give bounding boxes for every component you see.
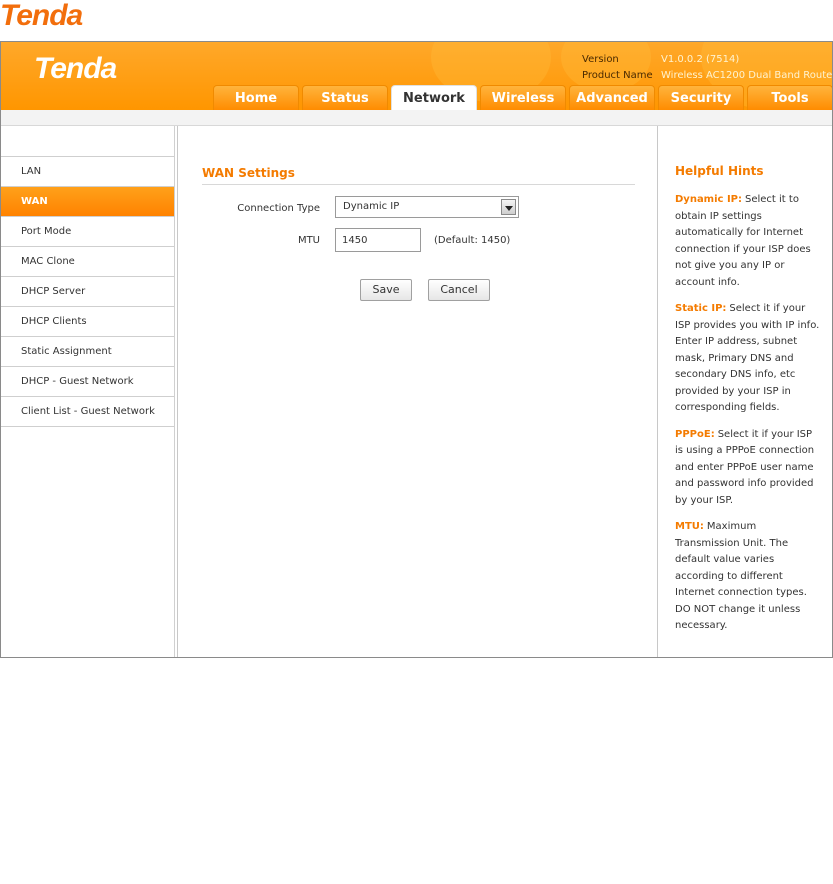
sidebar-item-lan[interactable]: LAN [1, 157, 174, 187]
header-bar: Tenda Version V1.0.0.2 (7514) Product Na… [1, 42, 832, 110]
page-title: WAN Settings [202, 166, 295, 180]
router-admin-window: Tenda Version V1.0.0.2 (7514) Product Na… [0, 41, 833, 658]
chevron-down-icon[interactable] [501, 199, 516, 215]
connection-type-label: Connection Type [237, 203, 320, 214]
header-logo: Tenda [34, 52, 117, 85]
save-button[interactable]: Save [360, 279, 412, 301]
hint-static-ip: Static IP: Select it if your ISP provides… [675, 301, 822, 417]
hint-text: Select it to obtain IP settings automati… [675, 194, 811, 288]
version-value: V1.0.0.2 (7514) [661, 54, 740, 65]
hint-text: Maximum Transmission Unit. The default v… [675, 521, 807, 631]
hint-term: MTU: [675, 521, 704, 532]
mtu-label: MTU [297, 235, 320, 246]
hint-mtu: MTU: Maximum Transmission Unit. The defau… [675, 519, 822, 635]
page-logo-text: Tenda [0, 0, 83, 32]
main-nav-tabs: Home Status Network Wireless Advanced Se… [213, 85, 832, 110]
sidebar-item-port-mode[interactable]: Port Mode [1, 217, 174, 247]
sidebar-item-mac-clone[interactable]: MAC Clone [1, 247, 174, 277]
hint-dynamic-ip: Dynamic IP: Select it to obtain IP settin… [675, 192, 822, 291]
wan-settings-panel: WAN Settings Connection Type Dynamic IP … [177, 126, 657, 657]
header-divider-strip [1, 110, 832, 126]
product-name-value: Wireless AC1200 Dual Band Router [661, 70, 832, 81]
tab-network[interactable]: Network [391, 85, 477, 110]
tab-advanced[interactable]: Advanced [569, 85, 655, 110]
page-logo: Tenda [0, 0, 120, 32]
sidebar: LAN WAN Port Mode MAC Clone DHCP Server … [1, 126, 175, 657]
tab-security[interactable]: Security [658, 85, 744, 110]
mtu-default-note: (Default: 1450) [434, 235, 511, 246]
connection-type-value: Dynamic IP [343, 201, 400, 212]
sidebar-item-dhcp-guest-network[interactable]: DHCP - Guest Network [1, 367, 174, 397]
sidebar-item-static-assignment[interactable]: Static Assignment [1, 337, 174, 367]
mtu-input[interactable] [335, 228, 421, 252]
hint-term: Dynamic IP: [675, 194, 742, 205]
sidebar-item-dhcp-server[interactable]: DHCP Server [1, 277, 174, 307]
tab-tools[interactable]: Tools [747, 85, 832, 110]
hint-term: Static IP: [675, 303, 727, 314]
hint-text: Select it if your ISP provides you with … [675, 303, 820, 413]
tab-status[interactable]: Status [302, 85, 388, 110]
hints-title: Helpful Hints [675, 164, 764, 178]
hint-text: Select it if your ISP is using a PPPoE c… [675, 428, 815, 506]
version-label: Version [582, 54, 619, 65]
tab-wireless[interactable]: Wireless [480, 85, 566, 110]
helpful-hints-panel: Helpful Hints Dynamic IP: Select it to ob… [657, 126, 832, 657]
title-divider [202, 184, 635, 185]
cancel-button[interactable]: Cancel [428, 279, 490, 301]
hint-term: PPPoE: [675, 428, 715, 440]
product-name-label: Product Name [582, 70, 653, 81]
connection-type-select[interactable]: Dynamic IP [335, 196, 519, 218]
hint-pppoe: PPPoE: Select it if your ISP is using a P… [675, 427, 822, 510]
sidebar-item-client-list-guest-network[interactable]: Client List - Guest Network [1, 397, 174, 427]
tab-home[interactable]: Home [213, 85, 299, 110]
sidebar-item-dhcp-clients[interactable]: DHCP Clients [1, 307, 174, 337]
sidebar-item-wan[interactable]: WAN [1, 187, 174, 217]
sidebar-list: LAN WAN Port Mode MAC Clone DHCP Server … [1, 156, 174, 427]
